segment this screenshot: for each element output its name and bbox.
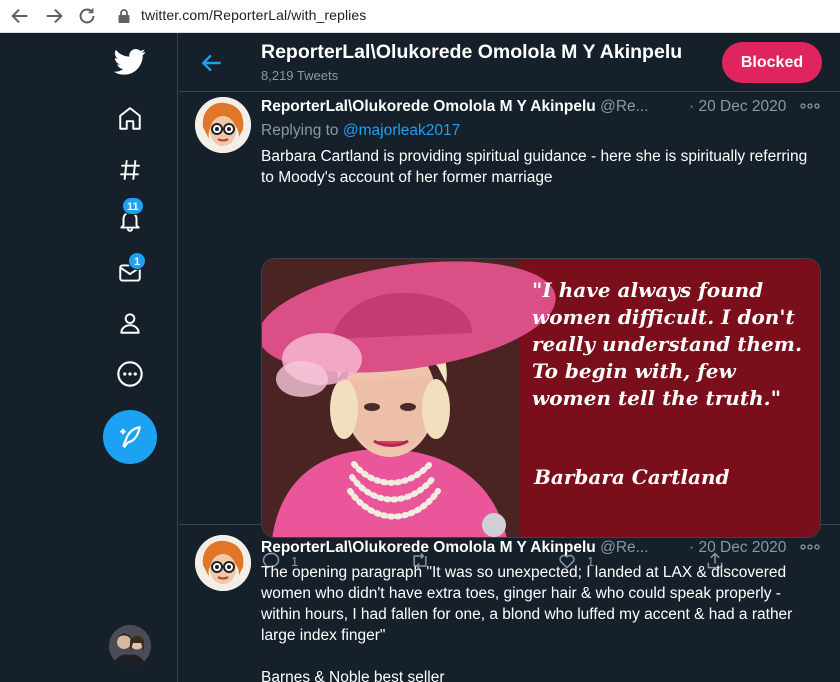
replying-to-label: Replying to [261, 122, 343, 139]
notifications-badge: 11 [122, 197, 144, 215]
reload-icon[interactable] [76, 5, 98, 27]
author-handle[interactable]: @Re... [600, 98, 648, 115]
tweet[interactable]: ReporterLal\Olukorede Omolola M Y Akinpe… [179, 92, 840, 570]
author-avatar[interactable] [195, 97, 251, 153]
messages-envelope-icon[interactable]: 1 [114, 252, 146, 289]
replying-to-link[interactable]: @majorleak2017 [343, 122, 460, 139]
back-arrow-icon[interactable] [199, 50, 225, 76]
browser-toolbar: twitter.com/ReporterLal/with_replies [0, 0, 840, 33]
notifications-bell-icon[interactable]: 11 [114, 197, 146, 236]
left-sidebar: 11 1 [0, 33, 178, 682]
address-bar[interactable]: twitter.com/ReporterLal/with_replies [141, 7, 366, 23]
more-dots-icon[interactable] [800, 541, 820, 553]
profile-icon[interactable] [114, 307, 146, 339]
tweet-date[interactable]: · 20 Dec 2020 [689, 98, 786, 116]
home-icon[interactable] [114, 103, 146, 135]
blocked-button[interactable]: Blocked [722, 42, 822, 83]
twitter-logo-icon[interactable] [114, 46, 146, 78]
tweet-text-continued: Barnes & Noble best seller [261, 669, 445, 682]
replying-to: Replying to @majorleak2017 [261, 122, 460, 140]
tweet-text: The opening paragraph "It was so unexpec… [261, 564, 793, 644]
quote-author: Barbara Cartland [534, 465, 730, 489]
forward-arrow-icon[interactable] [43, 5, 65, 27]
author-avatar[interactable] [195, 535, 251, 591]
compose-tweet-button[interactable] [103, 410, 157, 464]
author-handle[interactable]: @Re... [600, 539, 648, 556]
tweet-text: Barbara Cartland is providing spiritual … [261, 148, 808, 186]
tweet-header: ReporterLal\Olukorede Omolola M Y Akinpe… [261, 539, 821, 557]
author-name[interactable]: ReporterLal\Olukorede Omolola M Y Akinpe… [261, 539, 596, 556]
tweet-count: 8,219 Tweets [261, 68, 339, 83]
profile-header: ReporterLal\Olukorede Omolola M Y Akinpe… [179, 33, 840, 92]
tweet-image[interactable]: "I have always found women difficult. I … [261, 258, 821, 538]
lock-icon [118, 9, 130, 23]
explore-hashtag-icon[interactable] [114, 154, 146, 186]
tweet[interactable]: ReporterLal\Olukorede Omolola M Y Akinpe… [179, 525, 840, 682]
author-name[interactable]: ReporterLal\Olukorede Omolola M Y Akinpe… [261, 98, 596, 115]
quote-text: "I have always found women difficult. I … [532, 278, 802, 410]
more-options-circle-icon[interactable] [114, 358, 146, 390]
profile-name: ReporterLal\Olukorede Omolola M Y Akinpe… [261, 41, 683, 63]
compose-feather-icon [120, 426, 141, 448]
tweet-header: ReporterLal\Olukorede Omolola M Y Akinpe… [261, 98, 821, 116]
back-arrow-icon[interactable] [9, 5, 31, 27]
main-timeline: ReporterLal\Olukorede Omolola M Y Akinpe… [179, 33, 840, 682]
more-dots-icon[interactable] [800, 100, 820, 112]
messages-badge: 1 [128, 252, 146, 270]
account-avatar[interactable] [109, 625, 151, 667]
tweet-date[interactable]: · 20 Dec 2020 [689, 539, 786, 557]
